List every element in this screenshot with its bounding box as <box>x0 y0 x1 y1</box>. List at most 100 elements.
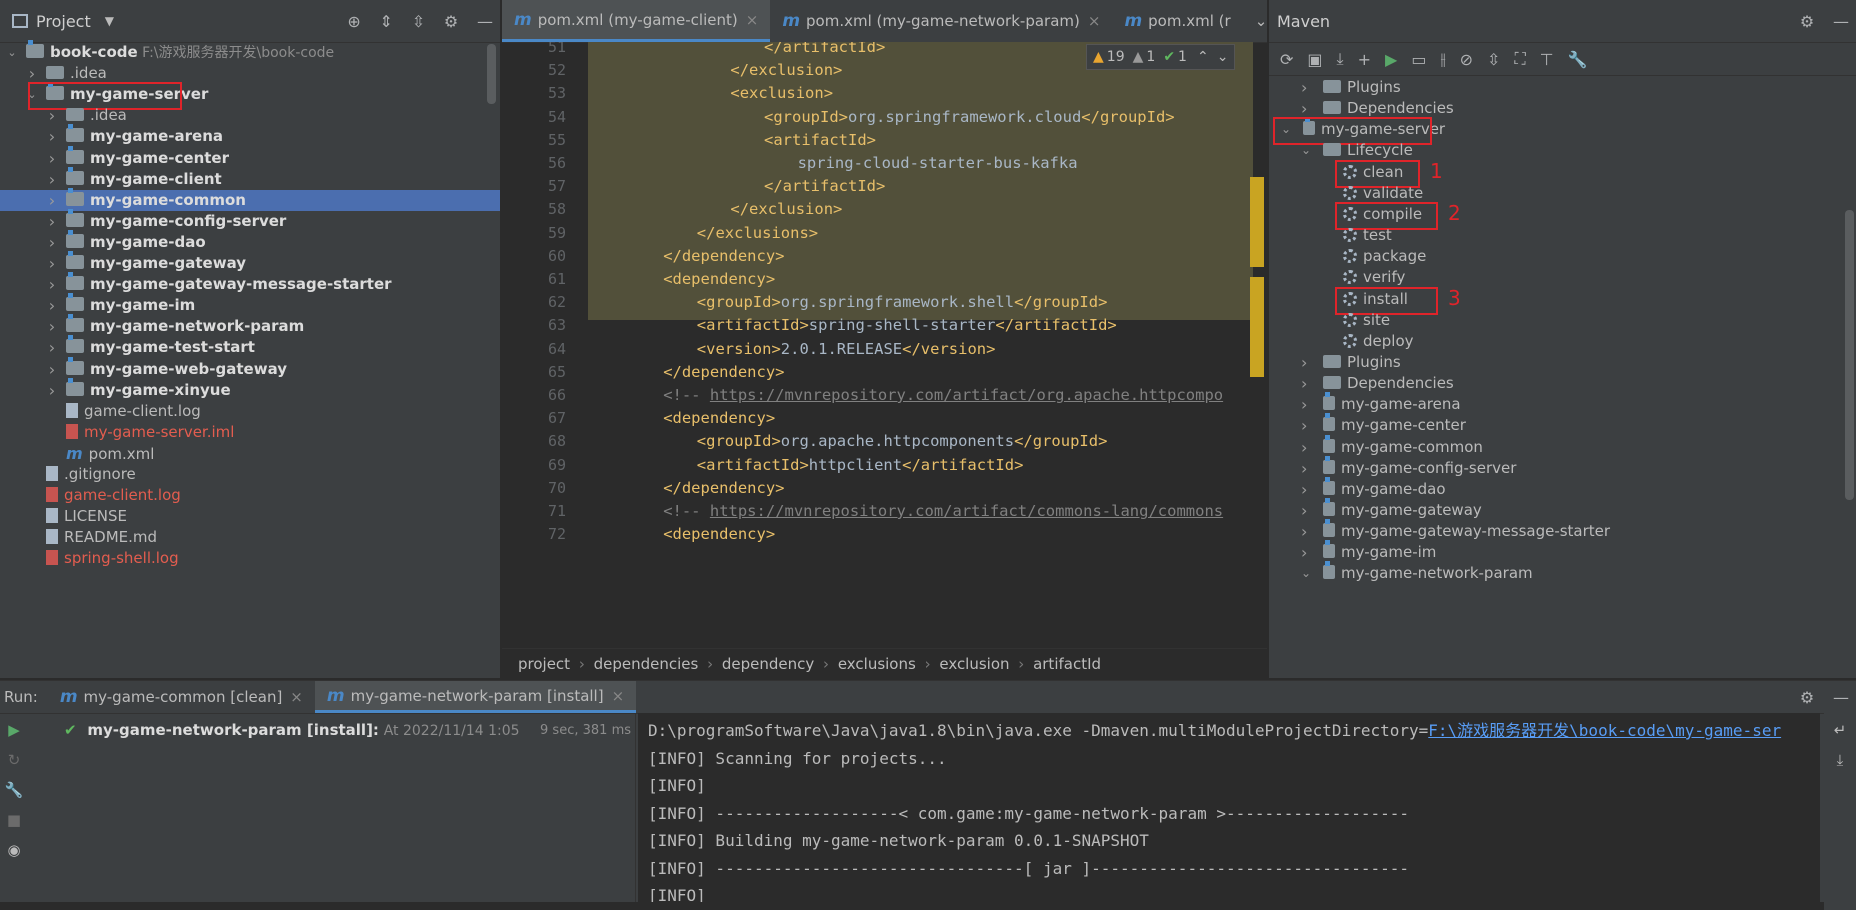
tree-item[interactable]: › my-game-center <box>0 145 500 169</box>
maven-tree-item[interactable]: › Dependencies <box>1269 373 1849 394</box>
run-icon[interactable]: ▶ <box>1385 50 1397 69</box>
maven-tree-item[interactable]: ⌄ Lifecycle <box>1269 140 1849 161</box>
chevron-down-icon[interactable]: ⌄ <box>1301 140 1311 161</box>
maven-tree-item[interactable]: validate <box>1269 183 1849 204</box>
tree-item[interactable]: › my-game-test-start <box>0 335 500 358</box>
chevron-down-icon[interactable]: ⌄ <box>1301 563 1311 584</box>
chevron-right-icon[interactable]: › <box>46 211 58 232</box>
tree-item[interactable]: ⌄ book-code F:\游戏服务器开发\book-code <box>0 40 500 63</box>
gear-icon[interactable]: ⚙ <box>1800 12 1814 31</box>
tree-item[interactable]: › my-game-config-server <box>0 208 500 232</box>
chevron-right-icon[interactable]: › <box>46 253 58 274</box>
chevron-down-icon[interactable]: ⌄ <box>1217 49 1229 65</box>
chevron-right-icon[interactable]: › <box>1301 415 1307 436</box>
tree-item[interactable]: my-game-server.iml <box>0 422 500 443</box>
reload-icon[interactable]: ⟳ <box>1280 50 1293 69</box>
chevron-right-icon[interactable]: › <box>1301 373 1307 394</box>
chevron-right-icon[interactable]: › <box>46 274 58 295</box>
chevron-right-icon[interactable]: › <box>1301 500 1307 521</box>
maven-tree-item[interactable]: › my-game-arena <box>1269 392 1849 415</box>
maven-tree-item[interactable]: › my-game-gateway-message-starter <box>1269 519 1849 542</box>
run-tab[interactable]: m my-game-common [clean] × <box>48 681 315 713</box>
maven-tree-item[interactable]: › my-game-dao <box>1269 476 1849 500</box>
chevron-right-icon[interactable]: › <box>26 63 38 84</box>
maven-tree-item[interactable]: deploy <box>1269 331 1849 352</box>
code-area[interactable]: 51 </artifactId> 52 </exclusion> 53 <exclusio… <box>502 42 1267 642</box>
chevron-right-icon[interactable]: › <box>46 337 58 358</box>
breadcrumb-item[interactable]: exclusion <box>939 655 1009 673</box>
chevron-right-icon[interactable]: › <box>1301 394 1307 415</box>
chevron-down-icon[interactable]: ▼ <box>105 14 114 28</box>
editor-tab[interactable]: m pom.xml (my-game-network-param) × <box>770 0 1112 42</box>
chevron-right-icon[interactable]: › <box>46 190 58 211</box>
chevron-right-icon[interactable]: › <box>1301 98 1307 119</box>
hide-icon[interactable]: — <box>477 12 493 31</box>
tree-item[interactable]: › my-game-arena <box>0 124 500 147</box>
maven-scrollbar[interactable] <box>1845 210 1854 500</box>
tree-item[interactable]: LICENSE <box>0 506 500 527</box>
console-link[interactable]: F:\游戏服务器开发\book-code\my-game-ser <box>1428 721 1781 740</box>
tree-item[interactable]: › .idea <box>0 105 500 126</box>
breadcrumb-item[interactable]: dependencies <box>594 655 699 673</box>
tree-item[interactable]: › my-game-gateway-message-starter <box>0 272 500 295</box>
chevron-right-icon[interactable]: › <box>46 169 58 190</box>
tree-item[interactable]: › my-game-dao <box>0 229 500 253</box>
chevron-right-icon[interactable]: › <box>46 316 58 337</box>
gear-icon[interactable]: ⚙ <box>444 12 458 31</box>
run-tab[interactable]: m my-game-network-param [install] × <box>314 681 637 713</box>
locate-icon[interactable]: ⊕ <box>347 12 360 31</box>
execute-goal-icon[interactable]: ▭ <box>1411 50 1426 69</box>
tree-item[interactable]: spring-shell.log <box>0 548 500 569</box>
wrench-icon[interactable]: 🔧 <box>5 781 24 799</box>
chevron-up-icon[interactable]: ⌃ <box>1197 49 1209 65</box>
dependency-diagram-icon[interactable]: ⛶ <box>1514 49 1525 69</box>
breadcrumb-item[interactable]: exclusions <box>838 655 916 673</box>
maven-tree-item[interactable]: site <box>1269 310 1849 331</box>
collapse-icon[interactable]: ⇳ <box>1487 50 1500 69</box>
close-icon[interactable]: × <box>612 687 625 705</box>
close-icon[interactable]: × <box>290 688 303 706</box>
stop-icon[interactable]: ■ <box>7 811 21 829</box>
chevron-right-icon[interactable]: › <box>46 148 58 169</box>
maven-tree-item[interactable]: test <box>1269 225 1849 246</box>
project-scrollbar[interactable] <box>487 44 496 104</box>
maven-tree-item[interactable]: › my-game-config-server <box>1269 455 1849 479</box>
breadcrumb-item[interactable]: dependency <box>722 655 814 673</box>
maven-tree-item[interactable]: › my-game-gateway <box>1269 498 1849 521</box>
inspection-widget[interactable]: ▲ 19 ▲ 1 ✔ 1 ⌃ ⌄ <box>1086 44 1236 70</box>
maven-tree-item[interactable]: ⌄ my-game-network-param <box>1269 561 1849 584</box>
rerun-failed-icon[interactable]: ↻ <box>8 751 21 769</box>
tree-item[interactable]: › my-game-client <box>0 166 500 190</box>
chevron-right-icon[interactable]: › <box>1301 458 1307 479</box>
tree-item[interactable]: › my-game-gateway <box>0 251 500 274</box>
gear-icon[interactable]: ⚙ <box>1800 688 1814 707</box>
tree-item[interactable]: › my-game-common <box>0 187 500 211</box>
hide-icon[interactable]: — <box>1833 688 1849 707</box>
chevron-right-icon[interactable]: › <box>46 380 58 401</box>
maven-tree-item[interactable]: › Dependencies <box>1269 98 1849 119</box>
close-icon[interactable]: × <box>1088 12 1101 30</box>
chevron-right-icon[interactable]: › <box>46 126 58 147</box>
tree-item[interactable]: m pom.xml <box>0 443 500 464</box>
chevron-right-icon[interactable]: › <box>1301 542 1307 563</box>
download-icon[interactable]: ⤓ <box>1337 49 1344 69</box>
chevron-right-icon[interactable]: › <box>1301 479 1307 500</box>
task-row[interactable]: ✔ my-game-network-param [install]: At 20… <box>64 721 520 739</box>
maven-tree-item[interactable]: › my-game-im <box>1269 540 1849 563</box>
soft-wrap-icon[interactable]: ↵ <box>1834 721 1847 739</box>
breadcrumb-item[interactable]: artifactId <box>1033 655 1101 673</box>
tree-item[interactable]: › .idea <box>0 63 500 84</box>
maven-tree-item[interactable]: › Plugins <box>1269 77 1849 98</box>
tree-item[interactable]: README.md <box>0 527 500 548</box>
maven-tree-item[interactable]: › my-game-common <box>1269 434 1849 458</box>
tree-item[interactable]: game-client.log <box>0 485 500 506</box>
chevron-right-icon[interactable]: › <box>1301 437 1307 458</box>
chevron-right-icon[interactable]: › <box>1301 521 1307 542</box>
chevron-right-icon[interactable]: › <box>1301 77 1307 98</box>
expand-all-icon[interactable]: ⇕ <box>380 12 393 31</box>
wrench-icon[interactable]: 🔧 <box>1568 50 1588 69</box>
collapse-all-icon[interactable]: ⇳ <box>412 12 425 31</box>
maven-tree-item[interactable]: › my-game-center <box>1269 413 1849 436</box>
toggle-offline-icon[interactable]: ⫲ <box>1440 49 1445 69</box>
chevron-right-icon[interactable]: › <box>46 295 58 316</box>
